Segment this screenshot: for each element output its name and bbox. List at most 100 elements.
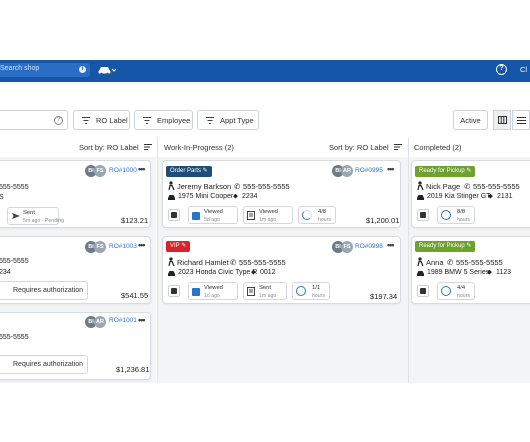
person-icon bbox=[168, 257, 175, 266]
col2-sort-label: Sort by: RO Label bbox=[329, 143, 389, 152]
customer-name[interactable]: Richard Hamlet bbox=[177, 258, 229, 267]
authorization-pill[interactable]: Requires authorization bbox=[0, 281, 88, 300]
more-options-icon[interactable]: ••• bbox=[138, 164, 146, 174]
tag-number: 2131 bbox=[497, 193, 513, 200]
more-options-icon[interactable]: ••• bbox=[387, 240, 395, 250]
ro-number-link[interactable]: RO#0995 bbox=[355, 167, 383, 174]
hours-pill[interactable]: 8/8 hours bbox=[437, 206, 475, 224]
tag-icon: ⬥ bbox=[488, 193, 493, 200]
ro-number-link[interactable]: RO#1001 bbox=[109, 317, 137, 324]
hours-progress: 1/1 bbox=[312, 285, 321, 291]
ro-label-tag[interactable]: Ready for Pickup ✎ bbox=[415, 241, 476, 252]
header-right-text[interactable]: Cl bbox=[520, 65, 527, 74]
sent-status-pill[interactable]: Sent 1m ago bbox=[243, 282, 287, 300]
tag-number: 0012 bbox=[260, 269, 276, 276]
hours-pill[interactable]: 4/8 hours bbox=[298, 206, 336, 224]
ro-total: $1,236.81 bbox=[116, 365, 150, 374]
viewed-status-pill[interactable]: Viewed 1d ago bbox=[188, 282, 238, 300]
customer-name[interactable]: Jeremy Barkson bbox=[177, 182, 231, 191]
vehicle-menu-icon[interactable] bbox=[97, 64, 117, 76]
more-options-icon[interactable]: ••• bbox=[138, 240, 146, 250]
help-icon[interactable]: ? bbox=[496, 64, 507, 75]
customer-name[interactable]: Anna bbox=[426, 258, 444, 267]
info-icon[interactable]: i bbox=[79, 66, 86, 73]
check-icon bbox=[192, 288, 200, 296]
ro-label-text: RO Label bbox=[96, 115, 128, 125]
authorization-text: Requires authorization bbox=[13, 361, 84, 368]
ro-card[interactable]: Order Parts ✎ BI AR RO#0995 ••• Jeremy B… bbox=[162, 160, 401, 228]
inspection-icon[interactable] bbox=[417, 285, 429, 297]
board-view-button[interactable] bbox=[493, 110, 511, 130]
authorization-pill[interactable]: Requires authorization bbox=[0, 355, 88, 374]
ro-card[interactable]: BI FS RO#1003 ••• 555-5555 234 Requires … bbox=[0, 236, 151, 304]
inspection-icon[interactable] bbox=[168, 285, 180, 297]
ro-label-tag[interactable]: VIP ✎ bbox=[166, 241, 191, 252]
search-placeholder: Search shop bbox=[0, 65, 40, 72]
ro-card[interactable]: BI AR RO#1001 ••• 555-5555 Requires auth… bbox=[0, 312, 151, 380]
more-options-icon[interactable]: ••• bbox=[387, 164, 395, 174]
hours-pill[interactable]: 1/1 hours bbox=[292, 282, 330, 300]
tag-number: 1123 bbox=[496, 269, 512, 276]
ro-total: $197.34 bbox=[370, 292, 398, 301]
phone-icon: ✆ bbox=[464, 182, 471, 191]
column-divider bbox=[408, 137, 409, 383]
filter-help-icon[interactable]: ? bbox=[54, 116, 63, 125]
search-shop-input[interactable]: Search shop i bbox=[0, 63, 90, 77]
document-icon bbox=[247, 211, 255, 220]
status-pill[interactable]: Sent 5m ago - Pending bbox=[7, 207, 64, 225]
status-text: Viewed bbox=[259, 209, 278, 215]
person-icon bbox=[417, 181, 424, 190]
employee-filter-button[interactable]: Employee bbox=[134, 110, 193, 130]
vehicle-info: 2019 Kia Stinger GT bbox=[427, 193, 491, 200]
more-options-icon[interactable]: ••• bbox=[138, 315, 146, 325]
viewed-status-pill[interactable]: Viewed 1m ago bbox=[243, 206, 293, 224]
ro-card[interactable]: Ready for Pickup ✎ Anna ✆ 555-555-5555 1… bbox=[411, 236, 530, 304]
customer-name[interactable]: Nick Page bbox=[426, 182, 460, 191]
progress-ring-icon bbox=[441, 210, 451, 220]
inspection-icon[interactable] bbox=[168, 209, 180, 221]
hours-progress: 8/8 bbox=[457, 209, 466, 215]
tag-text: Ready for Pickup bbox=[419, 168, 465, 174]
ro-label-tag[interactable]: Order Parts ✎ bbox=[166, 166, 212, 177]
car-icon bbox=[168, 271, 175, 276]
customer-phone: 555-5555 bbox=[0, 334, 29, 341]
filter-icon bbox=[206, 116, 214, 124]
ro-number-link[interactable]: RO#0998 bbox=[355, 243, 383, 250]
list-view-button[interactable] bbox=[512, 110, 530, 130]
customer-phone: 555-555-5555 bbox=[239, 258, 286, 267]
progress-ring-icon bbox=[302, 210, 312, 220]
ro-total: $541.55 bbox=[121, 291, 149, 300]
vehicle-info: 1989 BMW 5 Series bbox=[427, 269, 490, 276]
ro-card[interactable]: BI FS RO#1000 ••• 555-5555 S Sent 5m ago… bbox=[0, 160, 151, 228]
ro-label-filter-button[interactable]: RO Label bbox=[73, 110, 130, 130]
ro-label-tag[interactable]: Ready for Pickup ✎ bbox=[415, 166, 476, 177]
hours-label: hours bbox=[312, 292, 325, 299]
progress-ring-icon bbox=[296, 286, 306, 296]
tag-text: Ready for Pickup bbox=[419, 243, 465, 249]
progress-ring-icon bbox=[441, 286, 451, 296]
inspection-icon[interactable] bbox=[417, 209, 429, 221]
active-filter-button[interactable]: Active bbox=[453, 110, 488, 130]
col1-sort-label: Sort by: RO Label bbox=[79, 143, 139, 152]
customer-phone: 555-555-5555 bbox=[243, 182, 290, 191]
tag-icon: ⬥ bbox=[487, 269, 492, 276]
hours-label: hours bbox=[457, 216, 470, 223]
customer-phone: 555-5555 bbox=[0, 184, 29, 191]
viewed-status-pill[interactable]: Viewed 5d ago bbox=[188, 206, 238, 224]
person-icon bbox=[417, 257, 424, 266]
appt-type-filter-button[interactable]: Appt Type bbox=[197, 110, 259, 130]
hours-label: hours bbox=[457, 292, 470, 299]
ro-card[interactable]: Ready for Pickup ✎ Nick Page ✆ 555-555-5… bbox=[411, 160, 530, 228]
hours-label: hours bbox=[318, 216, 331, 223]
filter-icon bbox=[143, 116, 151, 124]
ro-number-link[interactable]: RO#1003 bbox=[109, 243, 137, 250]
tag-number: 2234 bbox=[242, 193, 258, 200]
columns-icon bbox=[497, 116, 507, 124]
ro-number-link[interactable]: RO#1000 bbox=[109, 167, 137, 174]
hours-pill[interactable]: 4/4 hours bbox=[437, 282, 475, 300]
status-subtext: 5m ago - Pending bbox=[23, 217, 64, 224]
ro-card[interactable]: VIP ✎ BI FS RO#0998 ••• Richard Hamlet ✆… bbox=[162, 236, 401, 304]
vehicle-info: 234 bbox=[0, 269, 11, 276]
car-icon bbox=[417, 195, 424, 200]
status-text: Viewed bbox=[204, 285, 223, 291]
